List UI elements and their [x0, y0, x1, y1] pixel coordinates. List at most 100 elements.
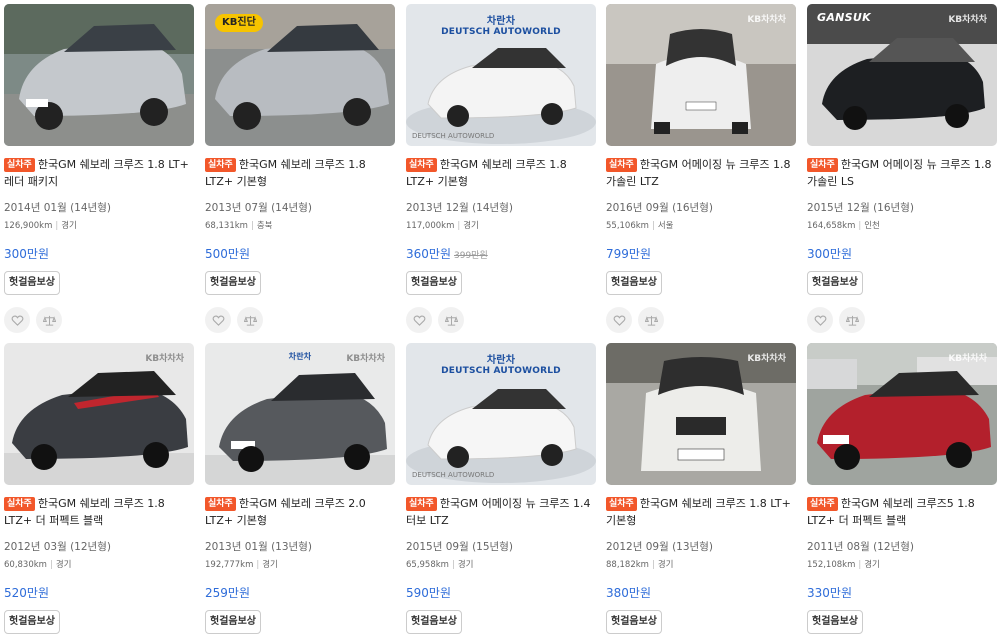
dealer-watermark: DEUTSCH AUTOWORLD — [412, 132, 495, 140]
car-title[interactable]: 실차주 한국GM 쉐보레 크루즈 1.8 LTZ+ 기본형 — [205, 156, 395, 190]
car-title[interactable]: 실차주 한국GM 쉐보레 크루즈5 1.8 LTZ+ 더 퍼펙트 블랙 — [807, 495, 997, 529]
scale-icon — [243, 315, 257, 326]
car-card[interactable]: KB차차차 실차주 한국GM 쉐보레 크루즈 1.8 LT+ 기본형 2012년 … — [606, 343, 796, 634]
kb-watermark: KB차차차 — [948, 15, 987, 25]
car-photo[interactable] — [4, 4, 194, 146]
car-price: 300만원 — [4, 247, 49, 261]
car-photo[interactable]: 차란차 KB차차차 — [205, 343, 395, 485]
car-photo[interactable]: KB차차차 — [807, 343, 997, 485]
scale-icon — [644, 315, 658, 326]
car-image — [606, 343, 796, 485]
compare-button[interactable] — [36, 307, 62, 333]
car-price: 360만원 399만원 — [406, 247, 488, 261]
car-price: 259만원 — [205, 586, 250, 600]
car-image — [807, 343, 997, 485]
kb-inspection-badge: KB진단 — [215, 14, 263, 32]
owner-badge: 실차주 — [205, 158, 236, 172]
car-photo[interactable]: 차란차 DEUTSCH AUTOWORLD DEUTSCH AUTOWORLD — [406, 343, 596, 485]
compensation-button[interactable]: 헛걸음보상 — [606, 271, 662, 295]
compare-button[interactable] — [438, 307, 464, 333]
kb-watermark: KB차차차 — [346, 354, 385, 364]
heart-icon — [11, 315, 23, 326]
like-button[interactable] — [205, 307, 231, 333]
car-card[interactable]: 차란차 KB차차차 실차주 한국GM 쉐보레 크루즈 2.0 LTZ+ 기본형 2… — [205, 343, 395, 634]
car-title[interactable]: 실차주 한국GM 쉐보레 크루즈 1.8 LTZ+ 더 퍼펙트 블랙 — [4, 495, 194, 529]
car-photo[interactable]: GANSUK KB차차차 — [807, 4, 997, 146]
scale-icon — [444, 315, 458, 326]
car-title[interactable]: 실차주 한국GM 쉐보레 크루즈 1.8 LT+ 레더 패키지 — [4, 156, 194, 190]
compensation-button[interactable]: 헛걸음보상 — [807, 610, 863, 634]
car-photo[interactable]: KB차차차 — [606, 4, 796, 146]
car-photo[interactable]: KB차차차 — [4, 343, 194, 485]
heart-icon — [613, 315, 625, 326]
compensation-button[interactable]: 헛걸음보상 — [606, 610, 662, 634]
compensation-button[interactable]: 헛걸음보상 — [406, 271, 462, 295]
scale-icon — [42, 315, 56, 326]
car-year: 2016년 09월 (16년형) — [606, 202, 713, 214]
car-price: 799만원 — [606, 247, 651, 261]
car-card[interactable]: 차란차 DEUTSCH AUTOWORLD DEUTSCH AUTOWORLD 실… — [406, 4, 596, 333]
kb-watermark: KB차차차 — [747, 354, 786, 364]
car-photo[interactable]: KB진단 — [205, 4, 395, 146]
car-card[interactable]: 실차주 한국GM 쉐보레 크루즈 1.8 LT+ 레더 패키지 2014년 01월… — [4, 4, 194, 333]
car-card[interactable]: KB진단 실차주 한국GM 쉐보레 크루즈 1.8 LTZ+ 기본형 2013년 … — [205, 4, 395, 333]
car-title[interactable]: 실차주 한국GM 어메이징 뉴 크루즈 1.4 터보 LTZ — [406, 495, 596, 529]
compensation-button[interactable]: 헛걸음보상 — [4, 271, 60, 295]
car-price: 500만원 — [205, 247, 250, 261]
dealer-logo: 차란차 DEUTSCH AUTOWORLD — [441, 355, 561, 376]
car-meta: 164,658km | 인천 — [807, 221, 880, 231]
car-title[interactable]: 실차주 한국GM 쉐보레 크루즈 2.0 LTZ+ 기본형 — [205, 495, 395, 529]
dealer-logo: GANSUK — [817, 11, 871, 24]
car-meta: 65,958km | 경기 — [406, 560, 474, 570]
car-card[interactable]: KB차차차 실차주 한국GM 쉐보레 크루즈5 1.8 LTZ+ 더 퍼펙트 블랙… — [807, 343, 997, 634]
kb-watermark: KB차차차 — [747, 15, 786, 25]
owner-badge: 실차주 — [606, 158, 637, 172]
compensation-button[interactable]: 헛걸음보상 — [807, 271, 863, 295]
car-photo[interactable]: 차란차 DEUTSCH AUTOWORLD DEUTSCH AUTOWORLD — [406, 4, 596, 146]
car-year: 2014년 01월 (14년형) — [4, 202, 111, 214]
car-title[interactable]: 실차주 한국GM 어메이징 뉴 크루즈 1.8 가솔린 LS — [807, 156, 997, 190]
owner-badge: 실차주 — [606, 497, 637, 511]
car-meta: 126,900km | 경기 — [4, 221, 77, 231]
car-card[interactable]: GANSUK KB차차차 실차주 한국GM 어메이징 뉴 크루즈 1.8 가솔린 … — [807, 4, 997, 333]
like-button[interactable] — [4, 307, 30, 333]
car-title[interactable]: 실차주 한국GM 쉐보레 크루즈 1.8 LTZ+ 기본형 — [406, 156, 596, 190]
car-price: 590만원 — [406, 586, 451, 600]
car-meta: 152,108km | 경기 — [807, 560, 880, 570]
like-button[interactable] — [606, 307, 632, 333]
car-year: 2012년 03월 (12년형) — [4, 541, 111, 553]
car-photo[interactable]: KB차차차 — [606, 343, 796, 485]
compensation-button[interactable]: 헛걸음보상 — [406, 610, 462, 634]
heart-icon — [814, 315, 826, 326]
car-title[interactable]: 실차주 한국GM 쉐보레 크루즈 1.8 LT+ 기본형 — [606, 495, 796, 529]
car-year: 2012년 09월 (13년형) — [606, 541, 713, 553]
car-year: 2013년 01월 (13년형) — [205, 541, 312, 553]
kb-watermark: KB차차차 — [948, 354, 987, 364]
car-meta: 60,830km | 경기 — [4, 560, 72, 570]
owner-badge: 실차주 — [4, 158, 35, 172]
owner-badge: 실차주 — [807, 497, 838, 511]
car-card[interactable]: KB차차차 실차주 한국GM 쉐보레 크루즈 1.8 LTZ+ 더 퍼펙트 블랙 … — [4, 343, 194, 634]
like-button[interactable] — [807, 307, 833, 333]
like-button[interactable] — [406, 307, 432, 333]
car-price: 300만원 — [807, 247, 852, 261]
car-image — [807, 4, 997, 146]
car-card[interactable]: KB차차차 실차주 한국GM 어메이징 뉴 크루즈 1.8 가솔린 LTZ 201… — [606, 4, 796, 333]
car-price: 380만원 — [606, 586, 651, 600]
compensation-button[interactable]: 헛걸음보상 — [4, 610, 60, 634]
dealer-logo: 차란차 DEUTSCH AUTOWORLD — [441, 16, 561, 37]
compare-button[interactable] — [839, 307, 865, 333]
car-year: 2011년 08월 (12년형) — [807, 541, 914, 553]
car-year: 2015년 09월 (15년형) — [406, 541, 513, 553]
heart-icon — [413, 315, 425, 326]
car-meta: 192,777km | 경기 — [205, 560, 278, 570]
car-title[interactable]: 실차주 한국GM 어메이징 뉴 크루즈 1.8 가솔린 LTZ — [606, 156, 796, 190]
compare-button[interactable] — [237, 307, 263, 333]
compensation-button[interactable]: 헛걸음보상 — [205, 610, 261, 634]
kb-watermark: KB차차차 — [145, 354, 184, 364]
car-card[interactable]: 차란차 DEUTSCH AUTOWORLD DEUTSCH AUTOWORLD 실… — [406, 343, 596, 634]
compare-button[interactable] — [638, 307, 664, 333]
car-year: 2013년 07월 (14년형) — [205, 202, 312, 214]
heart-icon — [212, 315, 224, 326]
compensation-button[interactable]: 헛걸음보상 — [205, 271, 261, 295]
